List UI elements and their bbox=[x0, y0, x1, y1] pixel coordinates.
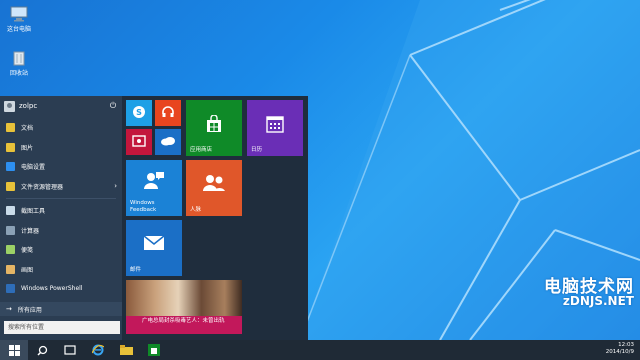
svg-text:S: S bbox=[136, 108, 142, 117]
settings-icon bbox=[6, 162, 15, 172]
menu-item-paint[interactable]: 画图 bbox=[0, 260, 122, 280]
desktop-icon-label: 回收站 bbox=[9, 70, 28, 77]
tile-mail[interactable]: 邮件 bbox=[126, 220, 182, 276]
search-icon[interactable] bbox=[28, 340, 56, 360]
file-explorer-icon[interactable] bbox=[112, 340, 140, 360]
system-clock[interactable]: 12:03 2014/10/9 bbox=[606, 342, 634, 356]
menu-item-label: 计算器 bbox=[21, 227, 40, 235]
store-icon[interactable] bbox=[140, 340, 168, 360]
mail-icon bbox=[143, 234, 165, 253]
tile-video[interactable] bbox=[126, 129, 152, 155]
recycle-bin-icon bbox=[10, 50, 28, 66]
arrow-right-icon: → bbox=[6, 305, 12, 313]
onedrive-icon bbox=[160, 136, 176, 148]
all-apps-button[interactable]: → 所有应用 bbox=[0, 302, 122, 316]
tile-onedrive[interactable] bbox=[155, 129, 181, 155]
clock-time: 12:03 bbox=[618, 342, 634, 348]
tile-news[interactable]: 广电总局封杀吸毒艺人：未曾出轨 bbox=[126, 280, 242, 334]
menu-item-calculator[interactable]: 计算器 bbox=[0, 221, 122, 241]
windows-start-icon[interactable] bbox=[0, 340, 28, 360]
tile-label: 邮件 bbox=[130, 266, 142, 273]
paint-icon bbox=[6, 264, 15, 274]
calendar-icon bbox=[266, 115, 284, 135]
documents-icon bbox=[6, 123, 15, 133]
menu-item-powershell[interactable]: Windows PowerShell bbox=[0, 279, 122, 299]
tile-windows-feedback[interactable]: Windows Feedback bbox=[126, 160, 182, 216]
computer-icon bbox=[10, 6, 28, 22]
menu-item-label: 电脑设置 bbox=[21, 164, 46, 172]
watermark-url: zDNJS.NET bbox=[562, 294, 634, 308]
tile-music[interactable] bbox=[155, 100, 181, 126]
menu-item-pictures[interactable]: 图片 bbox=[0, 138, 122, 158]
watermark: 电脑技术网 zDNJS.NET bbox=[504, 270, 634, 318]
start-left-pane: zolpc ⏻ 文档 图片 电脑设置 文件资源管理器 › 截图工具 计算器 便笺… bbox=[0, 96, 122, 340]
tile-people[interactable]: 人脉 bbox=[186, 160, 242, 216]
power-icon[interactable]: ⏻ bbox=[108, 101, 118, 111]
tile-store[interactable]: 应用商店 bbox=[186, 100, 242, 156]
user-account[interactable]: zolpc ⏻ bbox=[0, 98, 122, 114]
news-headline: 广电总局封杀吸毒艺人：未曾出轨 bbox=[126, 316, 242, 334]
news-photo bbox=[126, 280, 242, 316]
menu-item-label: 截图工具 bbox=[21, 208, 46, 216]
powershell-icon bbox=[6, 284, 15, 294]
menu-item-pc-settings[interactable]: 电脑设置 bbox=[0, 157, 122, 177]
chevron-right-icon[interactable]: › bbox=[114, 182, 117, 190]
headphones-icon bbox=[161, 105, 175, 121]
skype-icon: S bbox=[132, 105, 146, 121]
internet-explorer-icon[interactable] bbox=[84, 340, 112, 360]
desktop-icon-this-pc[interactable]: 这台电脑 bbox=[4, 6, 34, 33]
menu-item-documents[interactable]: 文档 bbox=[0, 118, 122, 138]
menu-item-label: 文档 bbox=[21, 125, 34, 133]
clock-date: 2014/10/9 bbox=[605, 349, 634, 355]
tile-label: 人脉 bbox=[190, 206, 202, 213]
menu-item-label: 便笺 bbox=[21, 247, 34, 255]
menu-item-file-explorer[interactable]: 文件资源管理器 › bbox=[0, 177, 122, 197]
all-apps-label: 所有应用 bbox=[17, 306, 42, 314]
file-explorer-icon bbox=[6, 181, 15, 191]
calculator-icon bbox=[6, 225, 15, 235]
desktop-icon-recycle-bin[interactable]: 回收站 bbox=[4, 50, 34, 77]
menu-item-label: 画图 bbox=[21, 266, 34, 274]
menu-item-label: 文件资源管理器 bbox=[21, 183, 64, 191]
user-avatar-icon bbox=[4, 100, 15, 112]
tile-calendar[interactable]: 日历 bbox=[247, 100, 303, 156]
people-icon bbox=[202, 174, 226, 194]
menu-item-label: 图片 bbox=[21, 144, 34, 152]
video-icon bbox=[132, 135, 146, 149]
user-name: zolpc bbox=[19, 102, 38, 110]
feedback-icon bbox=[143, 171, 165, 193]
snipping-tool-icon bbox=[6, 206, 15, 216]
search-input[interactable]: 搜索所有位置 bbox=[4, 321, 120, 334]
menu-item-label: Windows PowerShell bbox=[21, 285, 83, 293]
sticky-notes-icon bbox=[6, 245, 15, 255]
tile-label: 日历 bbox=[251, 146, 263, 153]
task-view-icon[interactable] bbox=[56, 340, 84, 360]
tile-label: Windows Feedback bbox=[130, 200, 157, 213]
menu-item-snipping-tool[interactable]: 截图工具 bbox=[0, 201, 122, 221]
desktop-icon-label: 这台电脑 bbox=[6, 26, 31, 33]
start-menu-list: 文档 图片 电脑设置 文件资源管理器 › 截图工具 计算器 便笺 画图 Wind… bbox=[0, 118, 122, 299]
menu-item-sticky-notes[interactable]: 便笺 bbox=[0, 240, 122, 260]
divider bbox=[6, 198, 116, 199]
taskbar: 12:03 2014/10/9 bbox=[0, 340, 640, 360]
tile-label: 应用商店 bbox=[190, 146, 213, 153]
pictures-icon bbox=[6, 142, 15, 152]
start-menu: zolpc ⏻ 文档 图片 电脑设置 文件资源管理器 › 截图工具 计算器 便笺… bbox=[0, 96, 308, 340]
tile-skype[interactable]: S bbox=[126, 100, 152, 126]
store-icon bbox=[204, 114, 224, 135]
